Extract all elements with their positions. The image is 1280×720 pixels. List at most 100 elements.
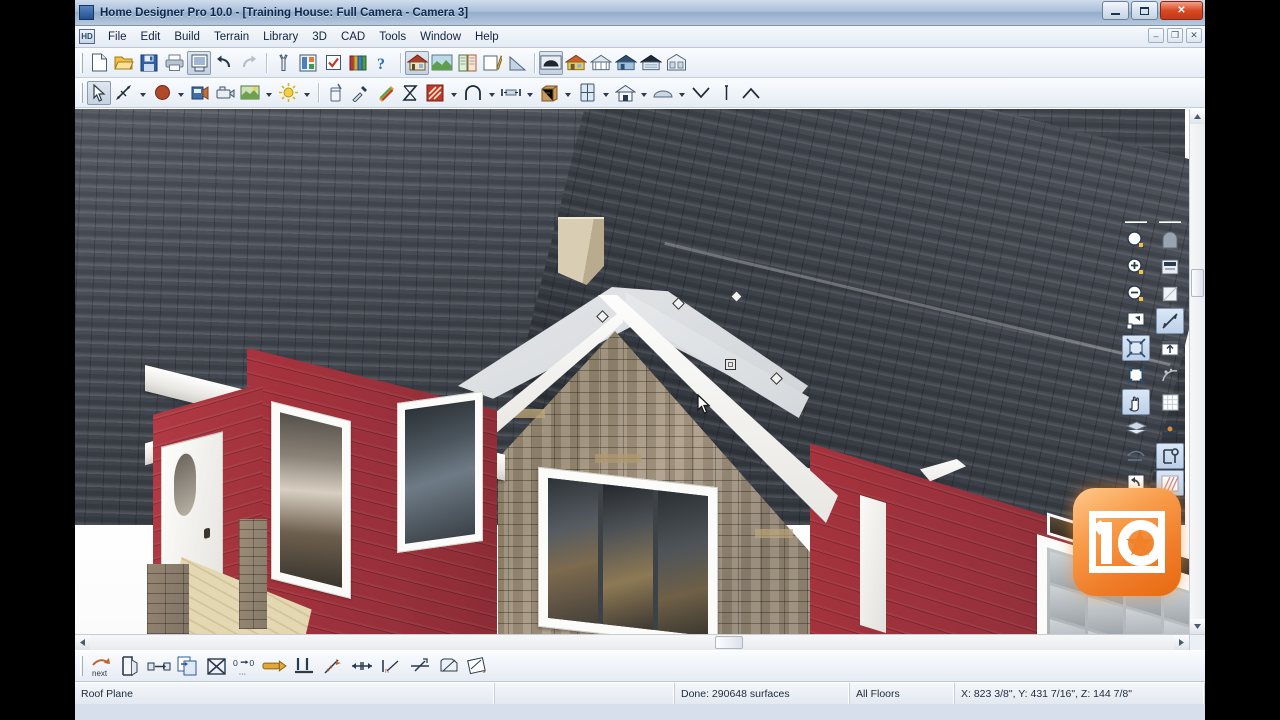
plan-footprint-icon[interactable] bbox=[1156, 281, 1184, 307]
roof-tool-icon[interactable] bbox=[613, 81, 637, 105]
vertical-scrollbar[interactable] bbox=[1189, 109, 1205, 634]
library-browser-icon[interactable] bbox=[346, 51, 370, 75]
arch-top-icon[interactable] bbox=[1156, 227, 1184, 253]
valley-chevron-icon[interactable] bbox=[689, 81, 713, 105]
dimension-defaults-icon[interactable] bbox=[1156, 443, 1184, 469]
stone-column-rear[interactable] bbox=[239, 519, 267, 629]
delete-surface-icon[interactable] bbox=[398, 81, 422, 105]
fill-style-icon[interactable] bbox=[435, 653, 462, 679]
molding-dropdown-caret[interactable] bbox=[524, 81, 535, 105]
elevation-ruler-icon[interactable] bbox=[505, 51, 529, 75]
help-icon[interactable]: ? bbox=[371, 51, 395, 75]
cross-section-slider-icon[interactable] bbox=[1156, 308, 1184, 334]
copy-paste-icon[interactable] bbox=[174, 653, 201, 679]
house-view-icon[interactable] bbox=[405, 50, 429, 75]
undo-icon[interactable] bbox=[212, 51, 236, 75]
zoom-out-icon[interactable] bbox=[1122, 281, 1150, 307]
open-object-icon[interactable] bbox=[116, 653, 143, 679]
menu-item-help[interactable]: Help bbox=[468, 29, 506, 45]
reference-grid-icon[interactable] bbox=[1156, 389, 1184, 415]
window-tool-icon[interactable] bbox=[575, 81, 599, 105]
lighting-sun-icon[interactable] bbox=[276, 81, 300, 105]
menu-item-terrain[interactable]: Terrain bbox=[207, 29, 256, 45]
join-roof-planes-icon[interactable] bbox=[319, 653, 346, 679]
print-preview-icon[interactable] bbox=[187, 50, 211, 75]
perspective-overview-icon[interactable] bbox=[564, 51, 588, 75]
zoom-previous-icon[interactable] bbox=[1122, 362, 1150, 388]
snap-grid-icon[interactable] bbox=[1156, 416, 1184, 442]
cross-section-icon[interactable] bbox=[664, 51, 688, 75]
rendering-dropdown-caret[interactable] bbox=[448, 81, 459, 105]
picture-dropdown-caret[interactable] bbox=[263, 81, 274, 105]
redo-icon[interactable] bbox=[237, 51, 261, 75]
vertical-line-icon[interactable] bbox=[714, 81, 738, 105]
adjust-material-icon[interactable] bbox=[188, 81, 212, 105]
select-objects-icon[interactable] bbox=[87, 80, 111, 105]
arch-tool-icon[interactable] bbox=[461, 81, 485, 105]
cabinet-tool-icon[interactable] bbox=[537, 81, 561, 105]
menu-item-3d[interactable]: 3D bbox=[305, 29, 334, 45]
checkbox-icon[interactable] bbox=[321, 51, 345, 75]
menu-item-edit[interactable]: Edit bbox=[134, 29, 168, 45]
molding-tool-icon[interactable] bbox=[499, 81, 523, 105]
material-painter-icon[interactable] bbox=[150, 81, 174, 105]
open-plan-icon[interactable] bbox=[112, 51, 136, 75]
swap-walls-icon[interactable] bbox=[1122, 443, 1150, 469]
dimension-dropdown-caret[interactable] bbox=[137, 81, 148, 105]
sun-angle-icon[interactable] bbox=[1156, 362, 1184, 388]
edit-toolbar-grip[interactable] bbox=[80, 656, 83, 676]
camera-icon[interactable] bbox=[213, 81, 237, 105]
menu-item-cad[interactable]: CAD bbox=[334, 29, 372, 45]
fill-window-building-icon[interactable] bbox=[1122, 335, 1150, 361]
delete-object-icon[interactable] bbox=[203, 653, 230, 679]
maximize-button[interactable] bbox=[1131, 1, 1158, 20]
toolbar-grip[interactable] bbox=[80, 52, 83, 73]
dormer-tool-icon[interactable] bbox=[651, 81, 675, 105]
materials-list-icon[interactable] bbox=[455, 51, 479, 75]
menu-item-library[interactable]: Library bbox=[256, 29, 305, 45]
horizontal-scroll-thumb[interactable] bbox=[715, 636, 743, 649]
next-object-icon[interactable]: next bbox=[87, 653, 114, 679]
viewport-3d[interactable] bbox=[75, 109, 1189, 634]
material-dropdown-caret[interactable] bbox=[175, 81, 186, 105]
new-plan-icon[interactable] bbox=[87, 51, 111, 75]
menu-item-window[interactable]: Window bbox=[413, 29, 468, 45]
center-object-icon[interactable] bbox=[348, 653, 375, 679]
cad-detail-icon[interactable] bbox=[480, 51, 504, 75]
move-up-one-floor-icon[interactable] bbox=[1156, 335, 1184, 361]
rendering-technique-icon[interactable] bbox=[423, 81, 447, 105]
eyedropper-icon[interactable] bbox=[348, 81, 372, 105]
save-icon[interactable] bbox=[137, 51, 161, 75]
horizontal-scrollbar[interactable] bbox=[75, 634, 1189, 650]
menu-item-build[interactable]: Build bbox=[167, 29, 207, 45]
wall-elevation-icon[interactable] bbox=[1156, 254, 1184, 280]
plan-defaults-icon[interactable] bbox=[296, 51, 320, 75]
align-icon[interactable] bbox=[290, 653, 317, 679]
roof-move-handle[interactable] bbox=[725, 359, 736, 370]
dimension-tool-icon[interactable] bbox=[112, 81, 136, 105]
lighting-dropdown-caret[interactable] bbox=[301, 81, 312, 105]
dormer-dropdown-caret[interactable] bbox=[676, 81, 687, 105]
gable-window[interactable] bbox=[538, 466, 718, 634]
fill-window-icon[interactable] bbox=[1122, 308, 1150, 334]
preferences-wrench-icon[interactable] bbox=[271, 51, 295, 75]
paint-can-icon[interactable] bbox=[323, 81, 347, 105]
cabinet-dropdown-caret[interactable] bbox=[562, 81, 573, 105]
minimize-button[interactable] bbox=[1102, 1, 1129, 20]
mdi-close-button[interactable]: ✕ bbox=[1186, 28, 1202, 43]
zoom-in-icon[interactable] bbox=[1122, 254, 1150, 280]
scroll-right-button[interactable] bbox=[1174, 635, 1189, 650]
terrain-view-icon[interactable] bbox=[430, 51, 454, 75]
gable-chevron-icon[interactable] bbox=[739, 81, 763, 105]
doll-house-view-icon[interactable] bbox=[614, 51, 638, 75]
mdi-minimize-button[interactable]: – bbox=[1148, 28, 1164, 43]
picture-file-icon[interactable] bbox=[238, 81, 262, 105]
floor-overview-icon[interactable] bbox=[639, 51, 663, 75]
scroll-left-button[interactable] bbox=[75, 635, 90, 650]
stone-column-front[interactable] bbox=[147, 564, 189, 634]
vertical-scroll-thumb[interactable] bbox=[1191, 269, 1204, 297]
window-dropdown-caret[interactable] bbox=[600, 81, 611, 105]
menu-item-tools[interactable]: Tools bbox=[372, 29, 413, 45]
scene-render[interactable] bbox=[75, 109, 1189, 634]
object-toolbar-grip[interactable] bbox=[80, 82, 83, 103]
